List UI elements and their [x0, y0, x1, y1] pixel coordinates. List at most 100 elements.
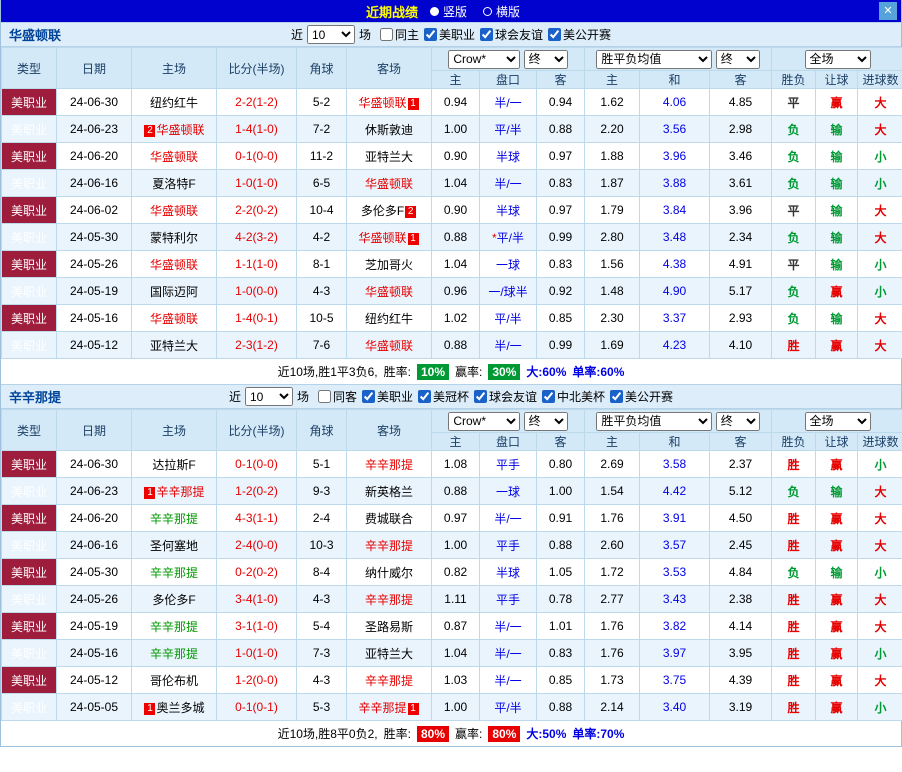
goals-cell: 大	[857, 612, 902, 640]
result-cell: 负	[771, 142, 817, 170]
home-team-cell: 辛辛那提	[131, 504, 217, 532]
sub-header-ah-line: 盘口	[479, 70, 537, 89]
filter-checkbox-美公开赛[interactable]: 美公开赛	[548, 26, 611, 43]
recent-count-select[interactable]: 10	[244, 387, 293, 406]
radio-selected-icon	[429, 6, 439, 16]
filter-checkbox-美职业[interactable]: 美职业	[424, 26, 475, 43]
scope-select[interactable]: 全场	[804, 411, 871, 431]
checkbox-label: 美公开赛	[563, 27, 612, 42]
checkbox-input[interactable]	[361, 389, 375, 403]
lose-odds: 2.34	[709, 223, 773, 251]
avg-state-select[interactable]: 终	[715, 49, 760, 69]
filter-checkbox-中北美杯[interactable]: 中北美杯	[542, 388, 605, 405]
avg-state-select[interactable]: 终	[715, 411, 760, 431]
date-cell: 24-05-12	[56, 331, 132, 359]
ah-away-odds: 0.88	[535, 115, 586, 143]
checkbox-input[interactable]	[424, 27, 437, 41]
away-team-cell: 芝加哥火	[346, 250, 432, 278]
filter-checkbox-球会友谊[interactable]: 球会友谊	[474, 388, 537, 405]
odds-source-select[interactable]: Crow*	[448, 411, 521, 431]
team-name: 辛辛那提	[364, 457, 413, 472]
home-team-cell: 哥伦布机	[131, 666, 217, 694]
odds-state-select[interactable]: 终	[523, 49, 568, 69]
team-name: 纽约红牛	[364, 311, 413, 326]
live-odds-marker: *	[491, 230, 497, 245]
league-cell: 美职业	[1, 531, 57, 559]
ah-line-cell: 半/一	[479, 666, 537, 694]
corners-cell: 10-5	[296, 304, 347, 332]
radio-horizontal-layout[interactable]: 横版	[483, 3, 520, 20]
radio-vertical-label: 竖版	[442, 4, 467, 19]
result-cell: 负	[771, 277, 817, 305]
home-team-cell: 华盛顿联	[131, 304, 217, 332]
home-team-cell: 华盛顿联	[131, 250, 217, 278]
checkbox-input[interactable]	[317, 389, 331, 403]
recent-count-select[interactable]: 10	[306, 25, 355, 44]
checkbox-input[interactable]	[548, 27, 562, 41]
filter-checkbox-同客[interactable]: 同客	[317, 388, 357, 405]
ah-line-cell: 平/半	[479, 304, 537, 332]
score-cell: 0-1(0-1)	[216, 693, 297, 721]
win-odds: 1.69	[584, 331, 641, 359]
scope-select[interactable]: 全场	[804, 49, 871, 69]
odds-source-select[interactable]: Crow*	[448, 49, 521, 69]
odds-state-select[interactable]: 终	[523, 411, 568, 431]
win-odds: 1.88	[584, 142, 641, 170]
result-cell: 胜	[771, 331, 817, 359]
big-rate: 大:60%	[526, 365, 567, 379]
section-header-2: 辛辛那提 近 10 场 同客 美职业 美冠杯 球会友谊 中北美杯 美公开赛	[1, 384, 901, 409]
checkbox-input[interactable]	[418, 389, 431, 403]
sub-header-ah-home: 主	[431, 70, 480, 89]
score-cell: 1-0(0-0)	[216, 277, 297, 305]
score-cell: 3-1(1-0)	[216, 612, 297, 640]
league-cell: 美职业	[1, 142, 57, 170]
team-name: 芝加哥火	[364, 257, 413, 272]
checkbox-input[interactable]	[542, 389, 556, 403]
checkbox-input[interactable]	[610, 389, 624, 403]
filter-checkbox-美公开赛[interactable]: 美公开赛	[610, 388, 673, 405]
result-cell: 胜	[771, 504, 817, 532]
checkbox-input[interactable]	[474, 389, 488, 403]
corners-cell: 8-4	[296, 558, 347, 586]
goals-cell: 大	[857, 196, 902, 224]
radio-vertical-layout[interactable]: 竖版	[429, 3, 467, 20]
ah-home-odds: 1.11	[431, 585, 480, 613]
away-team-cell: 纽约红牛	[346, 304, 432, 332]
team-name: 圣何塞地	[149, 538, 198, 553]
lose-odds: 2.98	[709, 115, 773, 143]
draw-odds: 3.96	[639, 142, 711, 170]
away-team-cell: 华盛顿联	[346, 277, 432, 305]
draw-odds: 4.90	[639, 277, 711, 305]
match-row: 美职业 24-05-12 哥伦布机 1-2(0-0) 4-3 辛辛那提 1.03 半/一 0.8…	[1, 666, 902, 694]
avg-odds-select[interactable]: 胜平负均值	[596, 411, 713, 431]
home-team-cell: 1 奥兰多城	[131, 693, 217, 721]
close-button[interactable]: ✕	[879, 2, 897, 20]
filter-checkbox-同主[interactable]: 同主	[379, 26, 419, 43]
score-cell: 0-2(0-2)	[216, 558, 297, 586]
match-row: 美职业 24-05-30 蒙特利尔 4-2(3-2) 4-2 华盛顿联 1 0.88 *平/半 0…	[1, 223, 902, 251]
sub-header-ah-line: 盘口	[479, 432, 537, 451]
goals-cell: 大	[857, 304, 902, 332]
filter-checkbox-美冠杯[interactable]: 美冠杯	[418, 388, 469, 405]
handicap-result-cell: 赢	[815, 612, 859, 640]
win-odds: 1.76	[584, 612, 641, 640]
filter-checkbox-美职业[interactable]: 美职业	[361, 388, 413, 405]
checkbox-input[interactable]	[480, 27, 494, 41]
home-team-cell: 辛辛那提	[131, 639, 217, 667]
goals-cell: 小	[857, 169, 902, 197]
away-team-cell: 华盛顿联 1	[346, 223, 432, 251]
checkbox-label: 球会友谊	[489, 389, 538, 404]
checkbox-label: 球会友谊	[495, 27, 544, 42]
team-name: 亚特兰大	[149, 338, 198, 353]
avg-odds-select[interactable]: 胜平负均值	[596, 49, 713, 69]
home-team-cell: 圣何塞地	[131, 531, 217, 559]
draw-odds: 3.56	[639, 115, 711, 143]
checkbox-input[interactable]	[379, 27, 393, 41]
date-cell: 24-05-19	[56, 277, 132, 305]
goals-cell: 小	[857, 558, 902, 586]
goals-cell: 大	[857, 666, 902, 694]
lose-odds: 5.17	[709, 277, 773, 305]
ah-away-odds: 0.99	[535, 223, 586, 251]
sub-header-draw: 和	[639, 432, 711, 451]
filter-checkbox-球会友谊[interactable]: 球会友谊	[480, 26, 543, 43]
